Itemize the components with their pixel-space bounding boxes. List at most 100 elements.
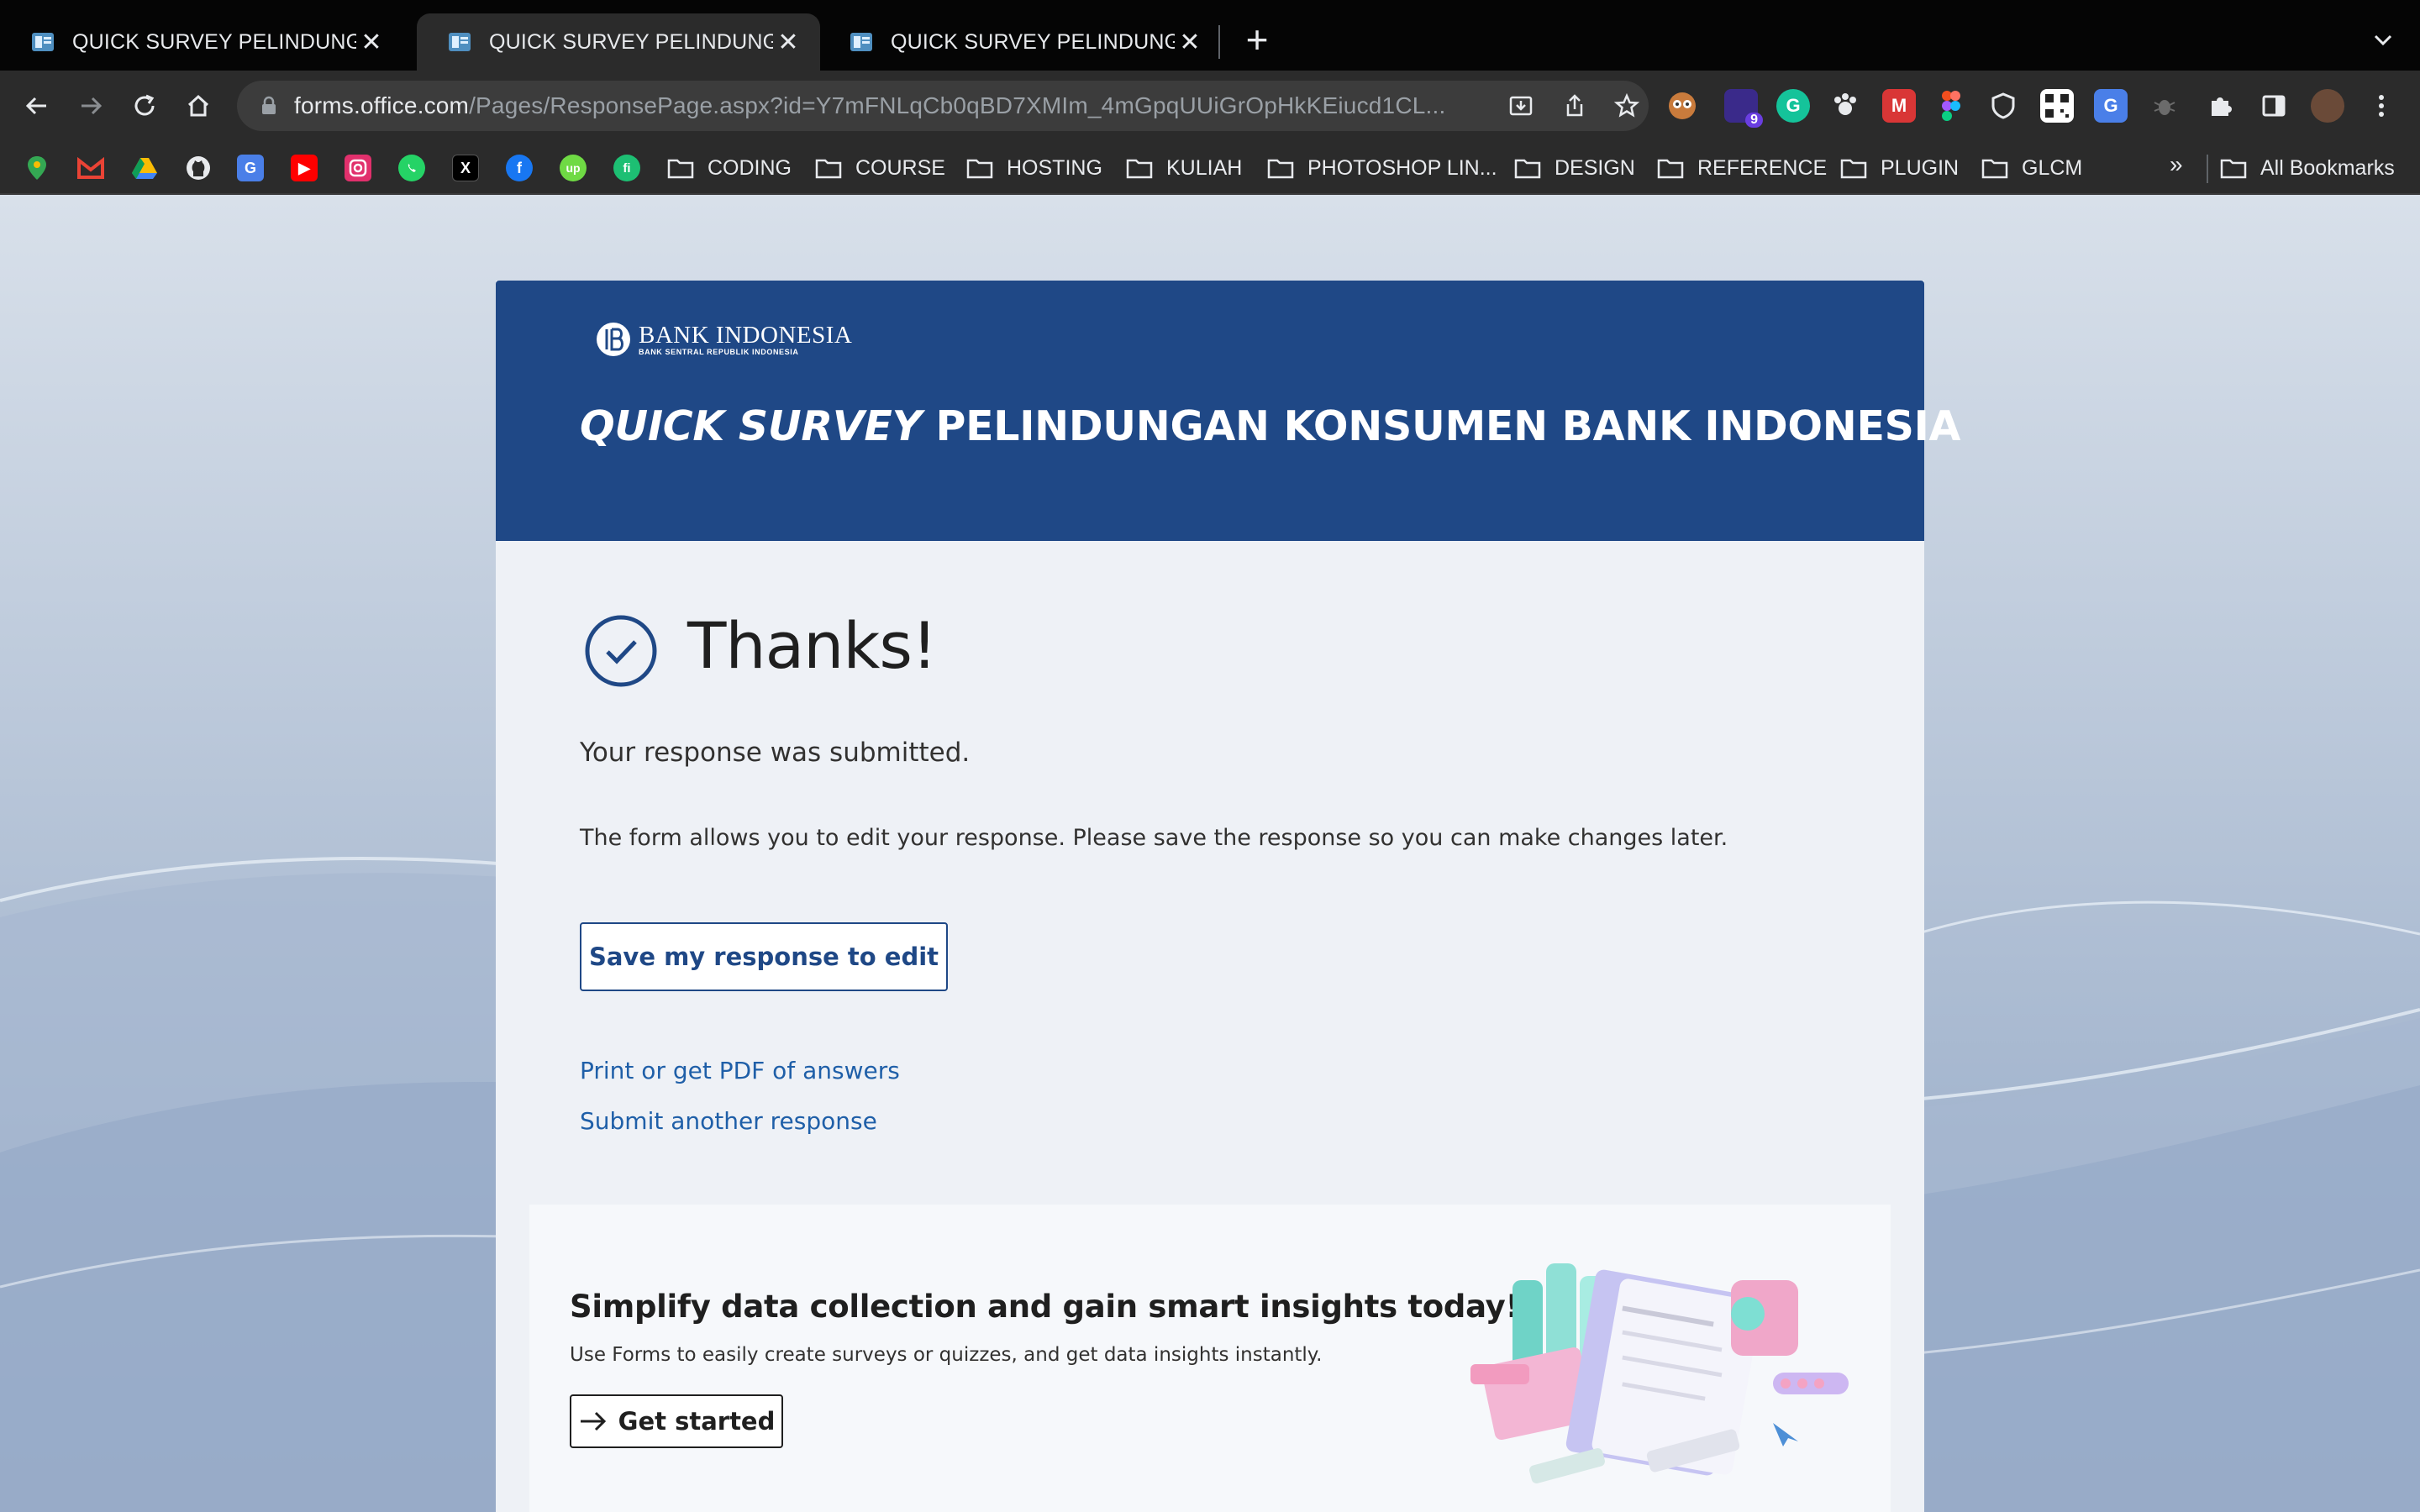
extension-reader-icon[interactable] bbox=[1665, 89, 1699, 123]
extension-mendeley-icon[interactable]: M bbox=[1882, 89, 1916, 123]
whatsapp-icon[interactable] bbox=[398, 155, 425, 181]
x-twitter-icon[interactable]: X bbox=[452, 155, 479, 181]
fiverr-icon[interactable]: fi bbox=[613, 155, 640, 181]
browser-toolbar: forms.office.com/Pages/ResponsePage.aspx… bbox=[0, 71, 2420, 141]
home-icon bbox=[187, 94, 209, 117]
new-tab-button[interactable]: + bbox=[1235, 18, 1279, 62]
reload-button[interactable] bbox=[124, 86, 165, 126]
tab-title: QUICK SURVEY PELINDUNGAN KONSUMEN BANK I… bbox=[72, 29, 356, 54]
share-icon[interactable] bbox=[1561, 92, 1588, 119]
figma-icon[interactable] bbox=[1934, 89, 1968, 123]
page-background: BANK INDONESIA BANK SENTRAL REPUBLIK IND… bbox=[0, 195, 2420, 1512]
bookmarks-divider bbox=[2207, 155, 2208, 183]
folder-icon bbox=[1267, 159, 1294, 179]
forms-illustration-image bbox=[1470, 1263, 1849, 1483]
extension-bug-icon[interactable] bbox=[2148, 89, 2181, 123]
browser-tab[interactable]: QUICK SURVEY PELINDUNGAN KONSUMEN BANK I… bbox=[818, 13, 1222, 71]
google-translate-icon[interactable]: G bbox=[2094, 89, 2128, 123]
url-text: forms.office.com/Pages/ResponsePage.aspx… bbox=[294, 92, 1446, 118]
save-response-button[interactable]: Save my response to edit bbox=[580, 922, 948, 991]
folder-icon bbox=[815, 159, 842, 179]
submit-another-link[interactable]: Submit another response bbox=[580, 1107, 877, 1135]
home-button[interactable] bbox=[178, 86, 218, 126]
bookmark-folder[interactable]: GLCM bbox=[1981, 153, 2082, 183]
youtube-icon[interactable]: ▶ bbox=[291, 155, 318, 181]
back-button[interactable] bbox=[17, 86, 57, 126]
shield-icon[interactable] bbox=[1986, 89, 2020, 123]
bookmark-folder[interactable]: HOSTING bbox=[966, 153, 1102, 183]
side-panel-icon[interactable] bbox=[2257, 89, 2291, 123]
folder-icon bbox=[1840, 159, 1867, 179]
promo-description: Use Forms to easily create surveys or qu… bbox=[570, 1344, 1323, 1366]
survey-title: QUICK SURVEY PELINDUNGAN KONSUMEN BANK I… bbox=[580, 402, 1961, 450]
folder-icon bbox=[667, 159, 694, 179]
instagram-icon[interactable] bbox=[345, 155, 371, 181]
bookmark-folder[interactable]: COURSE bbox=[815, 153, 945, 183]
profile-avatar[interactable] bbox=[2311, 89, 2344, 123]
browser-tab[interactable]: QUICK SURVEY PELINDUNGAN KONSUMEN BANK I… bbox=[0, 13, 403, 71]
facebook-icon[interactable]: f bbox=[506, 155, 533, 181]
arrow-left-icon bbox=[25, 97, 46, 115]
bank-indonesia-emblem-icon bbox=[597, 323, 630, 356]
chevron-down-icon[interactable] bbox=[2366, 24, 2400, 57]
thanks-heading: Thanks! bbox=[687, 608, 937, 683]
promo-title: Simplify data collection and gain smart … bbox=[570, 1289, 1520, 1325]
bookmark-folder[interactable]: CODING bbox=[667, 153, 792, 183]
google-drive-icon[interactable] bbox=[131, 155, 158, 181]
folder-icon bbox=[966, 159, 993, 179]
folder-icon bbox=[1657, 159, 1684, 179]
tab-separator bbox=[1218, 25, 1220, 59]
bookmark-folder[interactable]: PHOTOSHOP LIN... bbox=[1267, 153, 1497, 183]
form-banner: BANK INDONESIA BANK SENTRAL REPUBLIK IND… bbox=[496, 281, 1960, 541]
folder-icon bbox=[1981, 159, 2008, 179]
logo-name: BANK INDONESIA bbox=[639, 322, 853, 349]
bookmark-folder[interactable]: PLUGIN bbox=[1840, 153, 1959, 183]
tab-title: QUICK SURVEY PELINDUNGAN KONSUMEN BANK I… bbox=[891, 29, 1175, 54]
more-menu-icon[interactable] bbox=[2365, 89, 2398, 123]
all-bookmarks-folder[interactable]: All Bookmarks bbox=[2220, 153, 2395, 183]
form-card: BANK INDONESIA BANK SENTRAL REPUBLIK IND… bbox=[496, 281, 1960, 1512]
close-tab-icon[interactable]: ✕ bbox=[773, 28, 803, 57]
forms-favicon-icon bbox=[849, 29, 874, 55]
upwork-icon[interactable]: up bbox=[560, 155, 587, 181]
google-translate-icon[interactable]: G bbox=[237, 155, 264, 181]
reload-icon bbox=[134, 94, 155, 116]
browser-tab-bar: QUICK SURVEY PELINDUNGAN KONSUMEN BANK I… bbox=[0, 0, 2420, 71]
grammarly-icon[interactable]: G bbox=[1776, 89, 1810, 123]
gmail-icon[interactable] bbox=[77, 155, 104, 181]
edit-note: The form allows you to edit your respons… bbox=[580, 825, 1728, 851]
address-bar[interactable]: forms.office.com/Pages/ResponsePage.aspx… bbox=[237, 81, 1649, 131]
folder-icon bbox=[1126, 159, 1153, 179]
checkmark-circle-icon bbox=[585, 615, 657, 687]
forms-favicon-icon bbox=[30, 29, 55, 55]
bookmarks-bar: G ▶ X f up fi CODING COURSE HOSTING KULI… bbox=[0, 141, 2420, 195]
extension-paw-icon[interactable] bbox=[1828, 89, 1862, 123]
qr-code-icon[interactable] bbox=[2040, 89, 2074, 123]
bookmark-folder[interactable]: KULIAH bbox=[1126, 153, 1242, 183]
bookmarks-overflow-button[interactable]: » bbox=[2170, 151, 2183, 178]
close-tab-icon[interactable]: ✕ bbox=[1175, 28, 1205, 57]
bookmark-folder[interactable]: REFERENCE bbox=[1657, 153, 1827, 183]
bookmark-star-icon[interactable] bbox=[1613, 92, 1640, 119]
folder-icon bbox=[2220, 159, 2247, 179]
forward-button[interactable] bbox=[71, 86, 111, 126]
arrow-right-icon bbox=[580, 1411, 606, 1431]
google-maps-icon[interactable] bbox=[24, 155, 50, 181]
bank-indonesia-logo: BANK INDONESIA BANK SENTRAL REPUBLIK IND… bbox=[595, 321, 852, 358]
folder-icon bbox=[1514, 159, 1541, 179]
print-pdf-link[interactable]: Print or get PDF of answers bbox=[580, 1057, 900, 1084]
github-icon[interactable] bbox=[185, 155, 212, 181]
forms-favicon-icon bbox=[447, 29, 472, 55]
close-tab-icon[interactable]: ✕ bbox=[356, 28, 387, 57]
logo-subtitle: BANK SENTRAL REPUBLIK INDONESIA bbox=[639, 348, 799, 356]
submitted-message: Your response was submitted. bbox=[580, 738, 971, 768]
browser-tab-active[interactable]: QUICK SURVEY PELINDUNGAN KONSUMEN BANK I… bbox=[417, 13, 820, 71]
forms-promo-panel: Simplify data collection and gain smart … bbox=[529, 1205, 1891, 1512]
install-app-icon[interactable] bbox=[1507, 92, 1534, 119]
extensions-puzzle-icon[interactable] bbox=[2203, 89, 2237, 123]
get-started-button[interactable]: Get started bbox=[570, 1394, 783, 1448]
extension-badge-icon[interactable]: 9 bbox=[1724, 89, 1763, 128]
lock-icon bbox=[262, 96, 276, 114]
arrow-right-icon bbox=[82, 97, 103, 115]
bookmark-folder[interactable]: DESIGN bbox=[1514, 153, 1635, 183]
